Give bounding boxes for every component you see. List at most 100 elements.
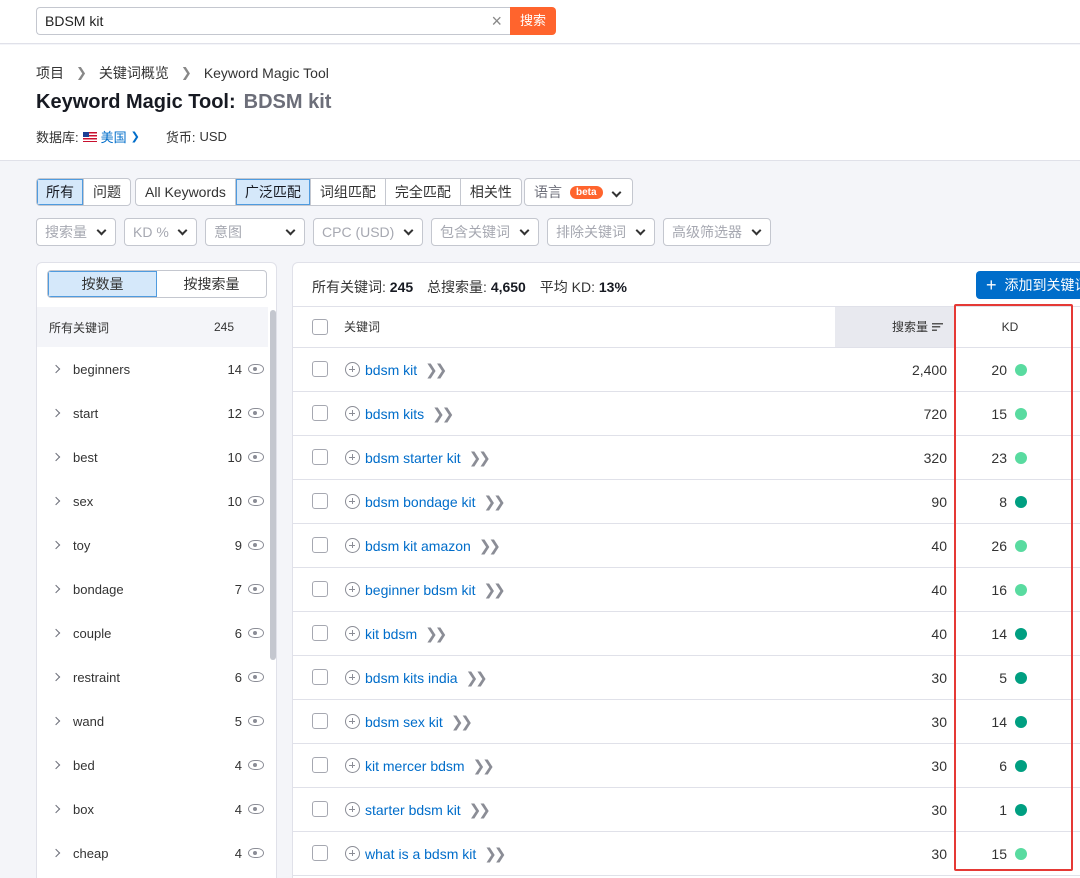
eye-icon[interactable] <box>248 364 264 374</box>
add-keyword-icon[interactable] <box>345 494 360 509</box>
volume-filter-dropdown[interactable]: 搜索量 <box>36 218 116 246</box>
keyword-text[interactable]: bdsm sex kit <box>365 714 443 730</box>
chevron-right-icon[interactable] <box>51 628 61 638</box>
group-item[interactable]: bondage 7 <box>37 567 268 611</box>
double-chevron-icon[interactable]: ❯❯ <box>425 613 447 657</box>
keyword-text[interactable]: what is a bdsm kit <box>365 846 476 862</box>
group-item[interactable]: box 4 <box>37 787 268 831</box>
add-keyword-icon[interactable] <box>345 582 360 597</box>
add-keyword-icon[interactable] <box>345 758 360 773</box>
add-keyword-icon[interactable] <box>345 538 360 553</box>
add-keyword-icon[interactable] <box>345 362 360 377</box>
filter-questions[interactable]: 问题 <box>84 179 130 205</box>
filter-broad-match[interactable]: 广泛匹配 <box>235 179 311 205</box>
group-item[interactable]: couple 6 <box>37 611 268 655</box>
keyword-text[interactable]: bdsm kit amazon <box>365 538 471 554</box>
sort-by-count[interactable]: 按数量 <box>48 271 157 297</box>
keyword-link[interactable]: bdsm bondage kit ❯❯ <box>365 480 506 525</box>
add-keyword-icon[interactable] <box>345 670 360 685</box>
add-to-keyword-list-button[interactable]: + 添加到关键词 <box>976 271 1080 299</box>
eye-icon[interactable] <box>248 628 264 638</box>
double-chevron-icon[interactable]: ❯❯ <box>473 745 495 789</box>
double-chevron-icon[interactable]: ❯❯ <box>484 481 506 525</box>
double-chevron-icon[interactable]: ❯❯ <box>466 657 488 701</box>
advanced-filters-dropdown[interactable]: 高级筛选器 <box>663 218 771 246</box>
row-checkbox[interactable] <box>312 493 328 509</box>
keyword-text[interactable]: bdsm starter kit <box>365 450 461 466</box>
add-keyword-icon[interactable] <box>345 714 360 729</box>
keyword-text[interactable]: bdsm kits india <box>365 670 458 686</box>
double-chevron-icon[interactable]: ❯❯ <box>484 569 506 613</box>
keyword-link[interactable]: bdsm kits india ❯❯ <box>365 656 488 701</box>
keyword-link[interactable]: kit bdsm ❯❯ <box>365 612 447 657</box>
keyword-text[interactable]: kit bdsm <box>365 626 417 642</box>
column-header-volume[interactable]: 搜索量 <box>835 307 955 347</box>
chevron-right-icon[interactable] <box>51 848 61 858</box>
chevron-right-icon[interactable] <box>51 804 61 814</box>
group-item[interactable]: restraint 6 <box>37 655 268 699</box>
row-checkbox[interactable] <box>312 669 328 685</box>
keyword-text[interactable]: bdsm kits <box>365 406 424 422</box>
row-checkbox[interactable] <box>312 405 328 421</box>
double-chevron-icon[interactable]: ❯❯ <box>432 393 454 437</box>
row-checkbox[interactable] <box>312 801 328 817</box>
keyword-link[interactable]: bdsm kit ❯❯ <box>365 348 447 393</box>
group-item[interactable]: toy 9 <box>37 523 268 567</box>
column-header-kd[interactable]: KD <box>956 307 1076 347</box>
add-keyword-icon[interactable] <box>345 406 360 421</box>
row-checkbox[interactable] <box>312 537 328 553</box>
keyword-link[interactable]: starter bdsm kit ❯❯ <box>365 788 491 833</box>
intent-filter-dropdown[interactable]: 意图 <box>205 218 305 246</box>
breadcrumb-item-overview[interactable]: 关键词概览 <box>99 63 169 83</box>
add-keyword-icon[interactable] <box>345 626 360 641</box>
breadcrumb-item-projects[interactable]: 项目 <box>36 63 64 83</box>
keyword-link[interactable]: bdsm sex kit ❯❯ <box>365 700 473 745</box>
group-item[interactable]: start 12 <box>37 391 268 435</box>
exclude-keywords-dropdown[interactable]: 排除关键词 <box>547 218 655 246</box>
chevron-right-icon[interactable] <box>51 452 61 462</box>
eye-icon[interactable] <box>248 540 264 550</box>
row-checkbox[interactable] <box>312 449 328 465</box>
eye-icon[interactable] <box>248 672 264 682</box>
keyword-link[interactable]: bdsm kit amazon ❯❯ <box>365 524 501 569</box>
select-all-checkbox[interactable] <box>312 319 328 335</box>
eye-icon[interactable] <box>248 496 264 506</box>
row-checkbox[interactable] <box>312 845 328 861</box>
double-chevron-icon[interactable]: ❯❯ <box>425 349 447 393</box>
search-input[interactable] <box>37 8 477 34</box>
add-keyword-icon[interactable] <box>345 802 360 817</box>
add-keyword-icon[interactable] <box>345 450 360 465</box>
chevron-right-icon[interactable] <box>51 408 61 418</box>
keyword-text[interactable]: bdsm kit <box>365 362 417 378</box>
filter-all[interactable]: 所有 <box>37 179 84 205</box>
filter-all-keywords[interactable]: All Keywords <box>136 179 236 205</box>
kd-filter-dropdown[interactable]: KD % <box>124 218 197 246</box>
clear-icon[interactable]: × <box>491 11 502 31</box>
double-chevron-icon[interactable]: ❯❯ <box>469 789 491 833</box>
chevron-right-icon[interactable] <box>51 760 61 770</box>
eye-icon[interactable] <box>248 848 264 858</box>
group-item[interactable]: bed 4 <box>37 743 268 787</box>
row-checkbox[interactable] <box>312 757 328 773</box>
row-checkbox[interactable] <box>312 713 328 729</box>
row-checkbox[interactable] <box>312 361 328 377</box>
include-keywords-dropdown[interactable]: 包含关键词 <box>431 218 539 246</box>
eye-icon[interactable] <box>248 584 264 594</box>
chevron-right-icon[interactable] <box>51 540 61 550</box>
search-button[interactable]: 搜索 <box>510 7 556 35</box>
row-checkbox[interactable] <box>312 625 328 641</box>
group-item[interactable]: wand 5 <box>37 699 268 743</box>
filter-related[interactable]: 相关性 <box>461 179 521 205</box>
eye-icon[interactable] <box>248 804 264 814</box>
chevron-down-icon[interactable]: ❯ <box>131 130 140 143</box>
language-dropdown[interactable]: 语言 beta <box>524 178 633 206</box>
keyword-link[interactable]: what is a bdsm kit ❯❯ <box>365 832 506 877</box>
group-item[interactable]: sex 10 <box>37 479 268 523</box>
keyword-text[interactable]: beginner bdsm kit <box>365 582 476 598</box>
eye-icon[interactable] <box>248 760 264 770</box>
cpc-filter-dropdown[interactable]: CPC (USD) <box>313 218 423 246</box>
keyword-text[interactable]: bdsm bondage kit <box>365 494 476 510</box>
sort-icon[interactable] <box>932 323 943 331</box>
keyword-link[interactable]: beginner bdsm kit ❯❯ <box>365 568 506 613</box>
chevron-right-icon[interactable] <box>51 364 61 374</box>
